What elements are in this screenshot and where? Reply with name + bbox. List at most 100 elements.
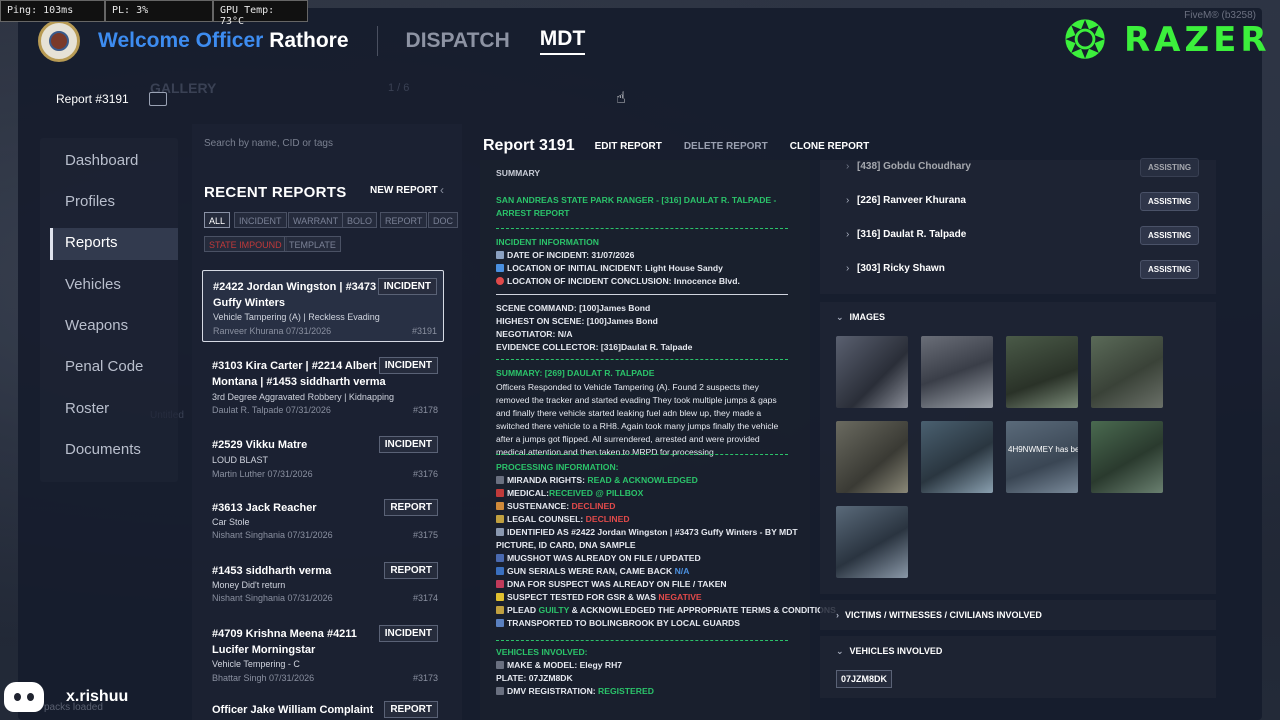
officer-role-badge: ASSISTING <box>1140 260 1200 279</box>
sustenance-key: SUSTENANCE: <box>507 501 572 511</box>
sidebar-item-dashboard[interactable]: Dashboard <box>50 146 178 178</box>
location-conclusion-text: LOCATION OF INCIDENT CONCLUSION: Innocen… <box>507 276 740 286</box>
food-icon <box>496 502 504 510</box>
razer-snake-icon: ❂ <box>1063 12 1107 70</box>
sidebar-item-reports[interactable]: Reports <box>50 228 178 260</box>
filter-warrant[interactable]: WARRANT <box>288 212 344 228</box>
sidebar-item-roster[interactable]: Roster <box>50 394 178 426</box>
report-card-author: Nishant Singhania 07/31/2026 <box>212 593 333 603</box>
sidebar-item-profiles[interactable]: Profiles <box>50 187 178 219</box>
report-card-author: Bhattar Singh 07/31/2026 <box>212 673 315 683</box>
report-card[interactable]: #1453 siddharth verma Money Did't return… <box>202 555 444 613</box>
mugshot-text: MUGSHOT WAS ALREADY ON FILE / UPDATED <box>507 553 701 563</box>
negotiator: NEGOTIATOR: N/A <box>496 329 573 339</box>
gsr-value: NEGATIVE <box>658 592 702 602</box>
nav-mdt[interactable]: MDT <box>539 27 586 55</box>
filter-bolo[interactable]: BOLO <box>342 212 378 228</box>
identified-line: IDENTIFIED AS #2422 Jordan Wingston | #3… <box>496 527 798 537</box>
vehicles-involved-header: VEHICLES INVOLVED: <box>496 647 588 657</box>
recent-reports-panel: Search by name, CID or tags RECENT REPOR… <box>192 124 462 720</box>
vehicle-plate-tag[interactable]: 07JZM8DK <box>836 670 893 688</box>
new-report-button[interactable]: NEW REPORT <box>370 185 438 196</box>
victims-section-header[interactable]: › VICTIMS / WITNESSES / CIVILIANS INVOLVE… <box>820 600 1216 630</box>
filter-report[interactable]: REPORT <box>380 212 428 228</box>
ping-readout: Ping: 103ms <box>0 0 105 22</box>
vehicles-section-header[interactable]: ⌄ VEHICLES INVOLVED <box>820 636 1216 698</box>
report-type-badge: REPORT <box>384 701 438 718</box>
filter-template[interactable]: TEMPLATE <box>284 236 341 252</box>
chevron-right-icon: › <box>846 161 850 172</box>
scales-icon <box>496 515 504 523</box>
report-type-badge: INCIDENT <box>378 436 438 453</box>
images-gallery: 4H9NWMEY has bee <box>820 332 1216 594</box>
incident-location-conclusion: LOCATION OF INCIDENT CONCLUSION: Innocen… <box>496 276 740 286</box>
officer-row[interactable]: › [438] Gobdu Choudhary ASSISTING <box>836 156 1200 180</box>
sidebar-item-vehicles[interactable]: Vehicles <box>50 270 178 302</box>
report-card-title: #3613 Jack Reacher <box>212 502 317 514</box>
identified-line-2: PICTURE, ID CARD, DNA SAMPLE <box>496 540 636 550</box>
chevron-left-icon[interactable]: ‹ <box>440 183 444 197</box>
report-card[interactable]: #3613 Jack Reacher Car Stole Nishant Sin… <box>202 492 444 550</box>
report-card[interactable]: #2422 Jordan Wingston | #3473 Guffy Wint… <box>202 270 444 342</box>
images-section-header[interactable]: ⌄ IMAGES <box>820 302 1216 332</box>
lightning-icon <box>496 593 504 601</box>
report-card-number: #3174 <box>412 593 438 603</box>
sidebar-item-weapons[interactable]: Weapons <box>50 311 178 343</box>
report-card[interactable]: #3103 Kira Carter | #2214 Albert Montana… <box>202 350 444 422</box>
image-caption: 4H9NWMEY has bee <box>1008 445 1078 454</box>
report-card-charges: Money Did't return <box>212 580 286 590</box>
filter-doc[interactable]: DOC <box>428 212 458 228</box>
report-card-charges: 3rd Degree Aggravated Robbery | Kidnappi… <box>212 392 394 402</box>
sidebar-item-penal-code[interactable]: Penal Code <box>50 352 178 384</box>
report-card[interactable]: #2529 Vikku Matre LOUD BLAST Martin Luth… <box>202 429 444 487</box>
incident-info-header: INCIDENT INFORMATION <box>496 237 599 247</box>
miranda-value: READ & ACKNOWLEDGED <box>587 475 698 485</box>
evidence-image[interactable] <box>836 336 908 408</box>
nav-dispatch[interactable]: DISPATCH <box>406 29 510 53</box>
officer-row[interactable]: › [226] Ranveer Khurana ASSISTING <box>836 190 1200 214</box>
gsr-key: SUSPECT TESTED FOR GSR & WAS <box>507 592 659 602</box>
report-card-charges: LOUD BLAST <box>212 455 269 465</box>
recent-reports-title: RECENT REPORTS <box>204 184 347 201</box>
evidence-image[interactable]: 4H9NWMEY has bee <box>1006 421 1078 493</box>
report-card[interactable]: #4709 Krishna Meena #4211 Lucifer Mornin… <box>202 618 444 690</box>
open-report-tab[interactable]: Report #3191 <box>56 92 167 106</box>
evidence-image[interactable] <box>1006 336 1078 408</box>
gpu-temp-readout: GPU Temp: 73°C <box>213 0 308 27</box>
report-card-charges: Car Stole <box>212 517 250 527</box>
filter-state-impound[interactable]: STATE IMPOUND <box>204 236 287 252</box>
officer-row[interactable]: › [316] Daulat R. Talpade ASSISTING <box>836 224 1200 248</box>
delete-report-button[interactable]: DELETE REPORT <box>684 141 768 152</box>
divider <box>496 228 788 229</box>
officer-row[interactable]: › [303] Ricky Shawn ASSISTING <box>836 258 1200 282</box>
filter-all[interactable]: ALL <box>204 212 231 228</box>
document-icon <box>496 687 504 695</box>
edit-report-button[interactable]: EDIT REPORT <box>595 141 662 152</box>
summary-text: Officers Responded to Vehicle Tampering … <box>496 382 779 457</box>
images-label: IMAGES <box>849 312 886 322</box>
plead-key: PLEAD <box>507 605 539 615</box>
popout-window-icon[interactable] <box>148 92 167 106</box>
sidebar-item-documents[interactable]: Documents <box>50 435 178 467</box>
evidence-image[interactable] <box>1091 421 1163 493</box>
evidence-image[interactable] <box>836 421 908 493</box>
evidence-image[interactable] <box>921 421 993 493</box>
report-card-author: Nishant Singhania 07/31/2026 <box>212 530 333 540</box>
evidence-image[interactable] <box>1091 336 1163 408</box>
report-card[interactable]: Officer Jake William Complaint REPORT <box>202 698 444 720</box>
transported-line: TRANSPORTED TO BOLINGBROOK BY LOCAL GUAR… <box>496 618 740 628</box>
magnifier-icon <box>496 567 504 575</box>
chevron-down-icon: ⌄ <box>836 312 844 322</box>
filter-incident[interactable]: INCIDENT <box>234 212 287 228</box>
report-type-badge: REPORT <box>384 499 438 516</box>
summary-label: SUMMARY <box>496 168 541 178</box>
report-search-input[interactable]: Search by name, CID or tags <box>204 138 448 158</box>
report-card-number: #3173 <box>412 673 438 683</box>
red-circle-icon <box>496 277 504 285</box>
evidence-image[interactable] <box>836 506 908 578</box>
evidence-image[interactable] <box>921 336 993 408</box>
plead-value: GUILTY <box>538 605 570 615</box>
report-type-badge: INCIDENT <box>378 625 438 642</box>
dna-icon <box>496 580 504 588</box>
clone-report-button[interactable]: CLONE REPORT <box>790 141 869 152</box>
